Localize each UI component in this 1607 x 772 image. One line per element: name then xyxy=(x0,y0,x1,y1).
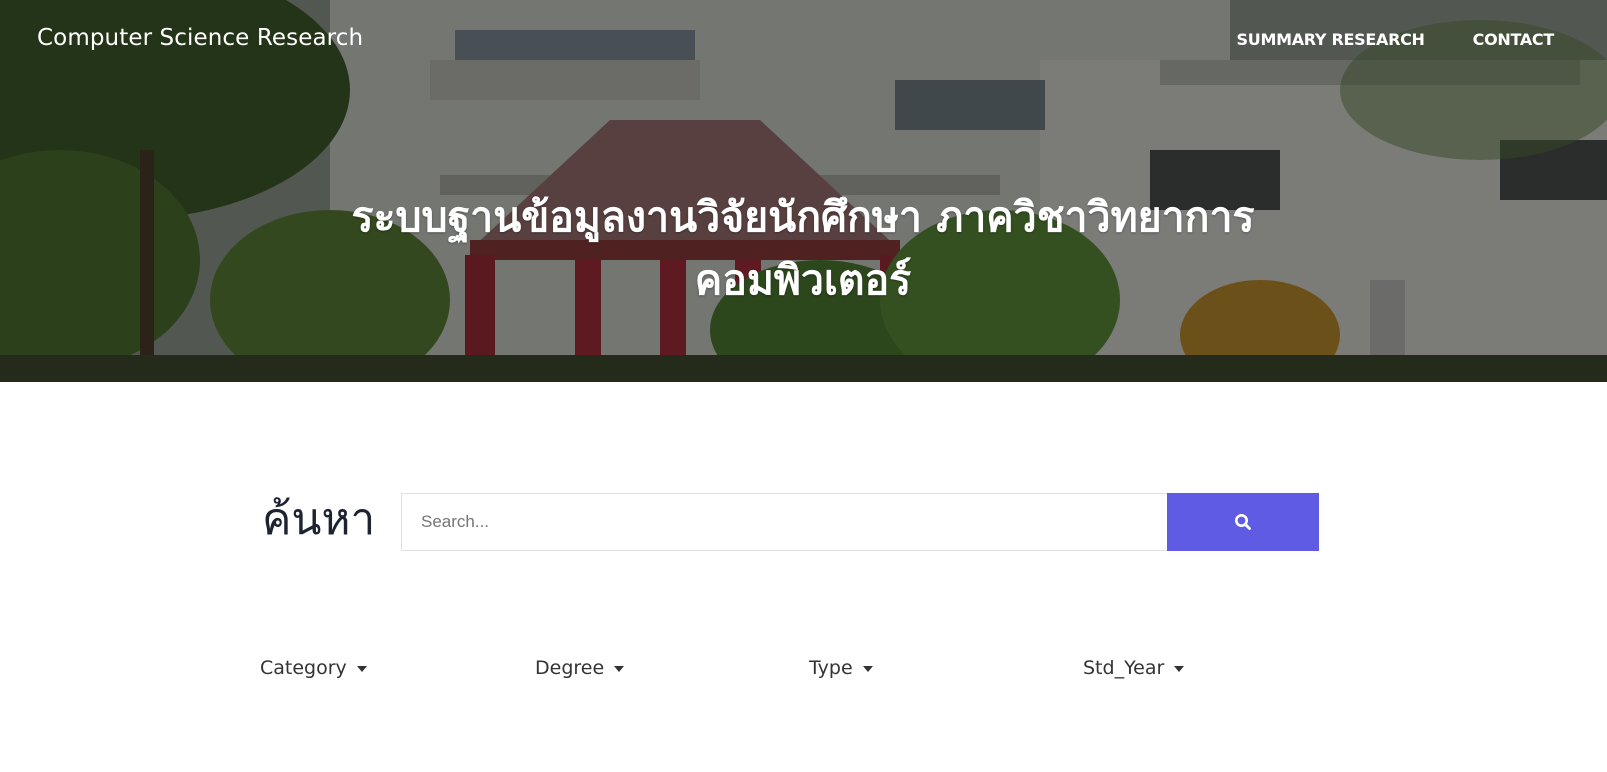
caret-down-icon xyxy=(1174,666,1185,672)
filter-category-label: Category xyxy=(260,657,347,679)
caret-down-icon xyxy=(614,666,625,672)
filter-std-year-label: Std_Year xyxy=(1083,657,1165,679)
filter-degree-label: Degree xyxy=(535,657,605,679)
search-icon xyxy=(1235,514,1251,530)
search-input[interactable] xyxy=(401,493,1167,551)
filter-category-dropdown[interactable]: Category xyxy=(260,657,367,679)
top-nav: SUMMARY RESEARCH CONTACT xyxy=(1237,30,1555,49)
search-label: ค้นหา xyxy=(262,494,376,545)
page-title-line-1: ระบบฐานข้อมูลงานวิจัยนักศึกษา ภาควิชาวิท… xyxy=(351,193,1255,241)
search-button[interactable] xyxy=(1167,493,1319,551)
filter-std-year-dropdown[interactable]: Std_Year xyxy=(1083,657,1185,679)
filter-type-label: Type xyxy=(809,657,853,679)
page-title: ระบบฐานข้อมูลงานวิจัยนักศึกษา ภาควิชาวิท… xyxy=(203,186,1403,312)
hero-banner: Computer Science Research SUMMARY RESEAR… xyxy=(0,0,1607,382)
filter-type-dropdown[interactable]: Type xyxy=(809,657,873,679)
site-brand-link[interactable]: Computer Science Research xyxy=(37,25,363,51)
filter-degree-dropdown[interactable]: Degree xyxy=(535,657,625,679)
caret-down-icon xyxy=(356,666,367,672)
nav-summary-research[interactable]: SUMMARY RESEARCH xyxy=(1237,30,1425,49)
nav-contact[interactable]: CONTACT xyxy=(1473,30,1555,49)
caret-down-icon xyxy=(862,666,873,672)
page-title-line-2: คอมพิวเตอร์ xyxy=(694,256,912,304)
